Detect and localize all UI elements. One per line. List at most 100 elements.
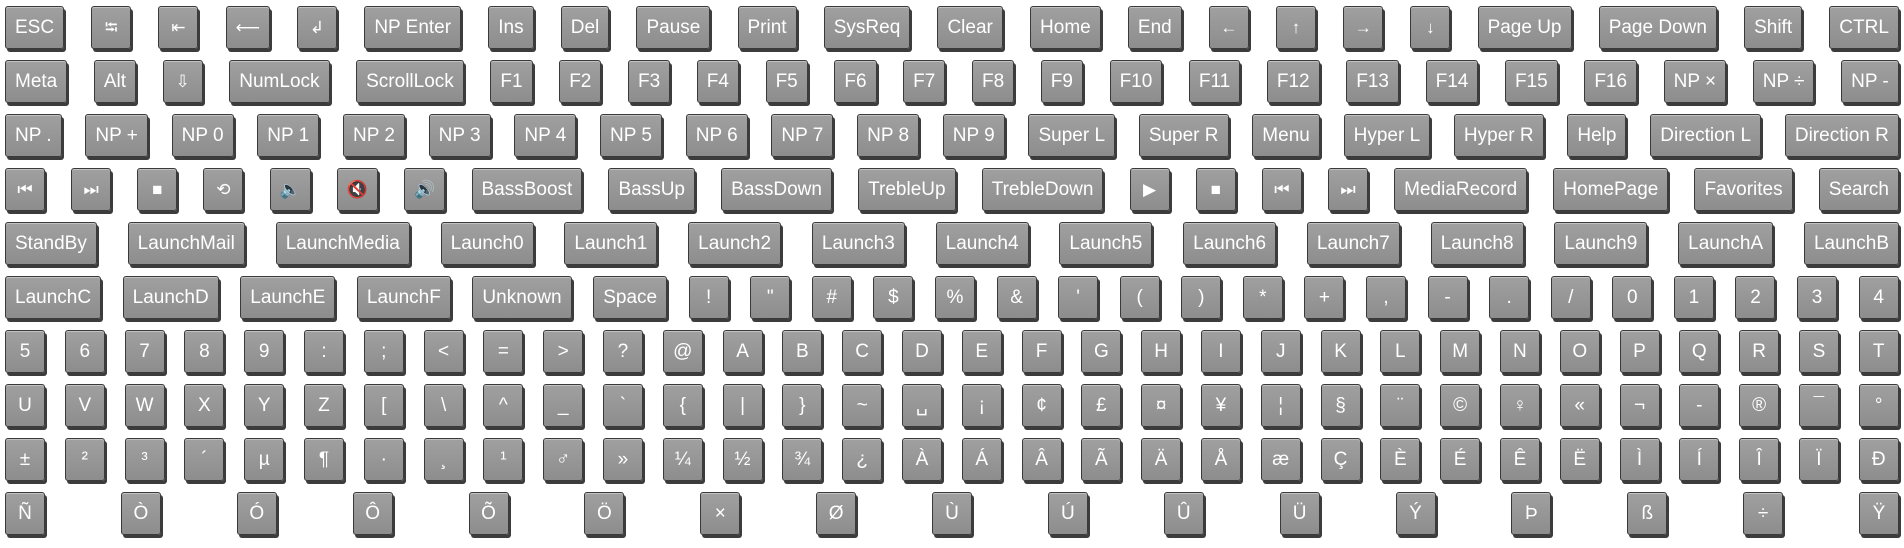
key-symbol[interactable]: æ (1260, 438, 1301, 481)
key-unknown[interactable]: Unknown (472, 276, 572, 319)
refresh-icon[interactable]: ⟲ (203, 168, 244, 211)
key-super-l[interactable]: Super L (1028, 114, 1116, 157)
key-np-enter[interactable]: NP Enter (364, 6, 462, 49)
key-symbol[interactable]: ¿ (842, 438, 883, 481)
key-esc[interactable]: ESC (5, 6, 65, 49)
key-launchf[interactable]: LaunchF (356, 276, 451, 319)
key-symbol[interactable]: « (1559, 384, 1600, 427)
key-symbol[interactable]: Ø (816, 492, 857, 535)
play-icon[interactable]: ▶ (1129, 168, 1170, 211)
key-np-8[interactable]: NP 8 (857, 114, 920, 157)
key-launchmedia[interactable]: LaunchMedia (275, 222, 410, 265)
key-symbol[interactable]: < (423, 330, 464, 373)
key-symbol[interactable]: ´ (184, 438, 225, 481)
key-homepage[interactable]: HomePage (1553, 168, 1669, 211)
key-np[interactable]: NP ÷ (1752, 60, 1815, 103)
key-p[interactable]: P (1619, 330, 1660, 373)
key-symbol[interactable]: Å (1200, 438, 1241, 481)
key-symbol[interactable]: ² (64, 438, 105, 481)
key-symbol[interactable]: É (1440, 438, 1481, 481)
key-c[interactable]: C (842, 330, 883, 373)
key-symbol[interactable]: ¡ (961, 384, 1002, 427)
key-symbol[interactable]: Á (961, 438, 1002, 481)
key-symbol[interactable]: Ñ (5, 492, 45, 535)
backtab-icon[interactable]: ⇤ (158, 6, 199, 49)
key-symbol[interactable]: Ô (352, 492, 393, 535)
key-launchc[interactable]: LaunchC (5, 276, 102, 319)
key-f9[interactable]: F9 (1040, 60, 1083, 103)
key-hyper-r[interactable]: Hyper R (1453, 114, 1544, 157)
key-trebleup[interactable]: TrebleUp (858, 168, 956, 211)
key-f14[interactable]: F14 (1425, 60, 1479, 103)
key-symbol[interactable]: $ (873, 276, 914, 319)
key-symbol[interactable]: ! (688, 276, 729, 319)
key-print[interactable]: Print (737, 6, 797, 49)
stop-icon[interactable]: ■ (137, 168, 178, 211)
key-menu[interactable]: Menu (1252, 114, 1320, 157)
key-symbol[interactable]: Î (1739, 438, 1780, 481)
key-bassboost[interactable]: BassBoost (471, 168, 583, 211)
key-f2[interactable]: F2 (559, 60, 602, 103)
key-f13[interactable]: F13 (1346, 60, 1399, 103)
key-symbol[interactable]: § (1320, 384, 1361, 427)
key-symbol[interactable]: ¬ (1619, 384, 1660, 427)
key-k[interactable]: K (1320, 330, 1361, 373)
key-symbol[interactable]: ( (1119, 276, 1160, 319)
key-launch3[interactable]: Launch3 (811, 222, 905, 265)
key-symbol[interactable]: × (700, 492, 741, 535)
key-symbol[interactable]: ' (1058, 276, 1099, 319)
key-symbol[interactable]: ^ (483, 384, 524, 427)
key-launch9[interactable]: Launch9 (1554, 222, 1648, 265)
mute-icon[interactable]: 🔇 (336, 168, 379, 211)
key-symbol[interactable]: ¥ (1200, 384, 1241, 427)
key-symbol[interactable]: Â (1021, 438, 1062, 481)
key-e[interactable]: E (961, 330, 1002, 373)
right-arrow-icon[interactable]: → (1343, 6, 1384, 49)
key-launcha[interactable]: LaunchA (1678, 222, 1774, 265)
key-symbol[interactable]: Ÿ (1859, 492, 1899, 535)
key-np-9[interactable]: NP 9 (942, 114, 1005, 157)
key-7[interactable]: 7 (124, 330, 165, 373)
key-symbol[interactable]: " (750, 276, 791, 319)
key-y[interactable]: Y (244, 384, 285, 427)
key-launch4[interactable]: Launch4 (935, 222, 1029, 265)
key-symbol[interactable]: ¼ (662, 438, 703, 481)
key-5[interactable]: 5 (5, 330, 45, 373)
key-symbol[interactable]: Ï (1798, 438, 1839, 481)
key-symbol[interactable]: Þ (1511, 492, 1552, 535)
key-b[interactable]: B (782, 330, 823, 373)
key-4[interactable]: 4 (1858, 276, 1899, 319)
key-v[interactable]: V (64, 384, 105, 427)
next-track-icon[interactable]: ⏭ (1328, 168, 1368, 211)
backspace-icon[interactable]: ⟵ (225, 6, 270, 49)
key-6[interactable]: 6 (64, 330, 105, 373)
key-u[interactable]: U (5, 384, 45, 427)
key-symbol[interactable]: + (1304, 276, 1345, 319)
key-f1[interactable]: F1 (490, 60, 533, 103)
key-hyper-l[interactable]: Hyper L (1343, 114, 1431, 157)
key-symbol[interactable]: > (543, 330, 584, 373)
key-8[interactable]: 8 (184, 330, 225, 373)
key-symbol[interactable]: ¢ (1021, 384, 1062, 427)
key-q[interactable]: Q (1679, 330, 1720, 373)
key-symbol[interactable]: À (901, 438, 942, 481)
key-symbol[interactable]: Ö (584, 492, 625, 535)
key-symbol[interactable]: Ó (236, 492, 277, 535)
key-symbol[interactable]: Ê (1499, 438, 1540, 481)
key-t[interactable]: T (1858, 330, 1899, 373)
key-meta[interactable]: Meta (5, 60, 68, 103)
key-symbol[interactable]: ß (1627, 492, 1668, 535)
key-symbol[interactable]: È (1380, 438, 1421, 481)
key-s[interactable]: S (1798, 330, 1839, 373)
key-symbol[interactable]: ¨ (1380, 384, 1421, 427)
key-symbol[interactable]: ¯ (1798, 384, 1839, 427)
key-symbol[interactable]: _ (543, 384, 584, 427)
key-symbol[interactable]: Ú (1047, 492, 1088, 535)
key-f16[interactable]: F16 (1584, 60, 1638, 103)
key-np[interactable]: NP . (5, 114, 62, 157)
key-x[interactable]: X (184, 384, 225, 427)
key-symbol[interactable]: ½ (722, 438, 763, 481)
key-h[interactable]: H (1141, 330, 1182, 373)
key-alt[interactable]: Alt (93, 60, 137, 103)
key-symbol[interactable]: Ä (1141, 438, 1182, 481)
